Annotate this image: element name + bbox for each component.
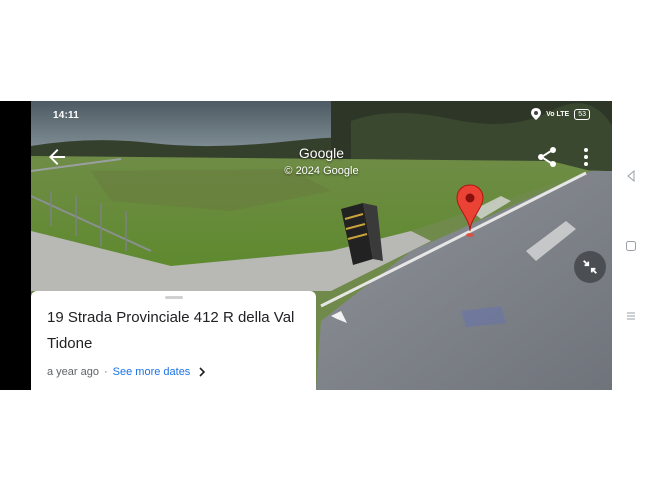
copyright-text: © 2024 Google bbox=[284, 165, 359, 177]
arrows-in-icon bbox=[583, 260, 597, 274]
place-info-card[interactable]: 19 Strada Provinciale 412 R della Val Ti… bbox=[31, 291, 316, 390]
left-bezel bbox=[0, 101, 31, 390]
drag-handle[interactable] bbox=[165, 296, 183, 299]
system-navigation-bar bbox=[621, 101, 641, 390]
see-more-dates-link[interactable]: See more dates bbox=[113, 366, 191, 378]
status-bar: 14:11 Vo LTE 53 bbox=[31, 101, 612, 129]
meta-separator: · bbox=[103, 366, 108, 378]
place-address: 19 Strada Provinciale 412 R della Val Ti… bbox=[47, 309, 295, 352]
nav-home-icon[interactable] bbox=[625, 240, 637, 252]
imagery-date-row: a year ago · See more dates bbox=[47, 366, 206, 378]
chevron-right-icon[interactable] bbox=[198, 367, 206, 377]
imagery-age: a year ago bbox=[47, 366, 99, 378]
nav-back-icon[interactable] bbox=[625, 170, 637, 182]
signal-indicator: Vo LTE bbox=[546, 110, 570, 118]
status-time: 14:11 bbox=[53, 110, 80, 121]
location-icon bbox=[531, 108, 542, 120]
status-icons: Vo LTE 53 bbox=[531, 108, 590, 120]
nav-recents-icon[interactable] bbox=[625, 310, 637, 322]
imagery-title: Google bbox=[298, 145, 345, 161]
location-pin-icon[interactable] bbox=[455, 183, 485, 239]
collapse-view-button[interactable] bbox=[574, 251, 606, 283]
share-icon[interactable] bbox=[535, 145, 559, 169]
street-view-screen[interactable]: 14:11 Vo LTE 53 Google © 2024 Google 19 … bbox=[31, 101, 612, 390]
more-options-icon[interactable] bbox=[576, 145, 596, 169]
battery-indicator: 53 bbox=[574, 108, 590, 120]
street-view-top-bar: Google © 2024 Google bbox=[31, 137, 612, 177]
